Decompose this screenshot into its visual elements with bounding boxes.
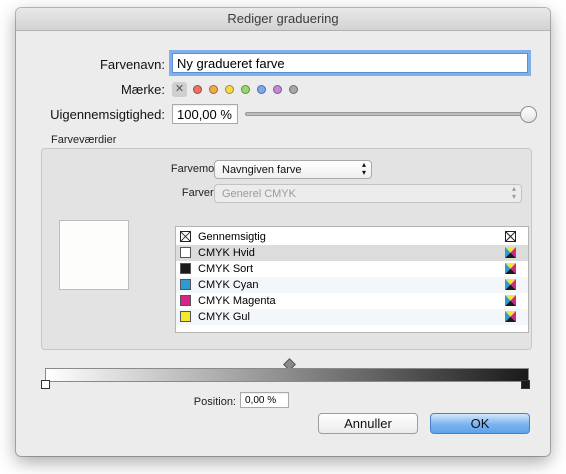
name-field[interactable] (172, 53, 528, 73)
swatch-name: Gennemsigtig (198, 231, 266, 243)
tag-color-dot[interactable] (273, 85, 282, 94)
swatch-chip (180, 263, 191, 274)
ok-button[interactable]: OK (430, 413, 530, 434)
color-model-value: Navngiven farve (222, 164, 302, 176)
swatch-chip (180, 231, 191, 242)
swatch-name: CMYK Hvid (198, 247, 255, 259)
tag-color-dot[interactable] (241, 85, 250, 94)
gradient-stop-start[interactable] (41, 380, 50, 389)
swatch-name: CMYK Gul (198, 311, 250, 323)
tag-color-dot[interactable] (209, 85, 218, 94)
position-field[interactable] (240, 392, 289, 408)
popup-arrows-icon: ▴ ▾ (361, 160, 366, 177)
opacity-slider-knob[interactable] (520, 106, 537, 123)
cmyk-mode-icon (504, 310, 517, 323)
swatch-name: CMYK Sort (198, 263, 254, 275)
color-space-popup: Generel CMYK ▴ ▾ (214, 184, 522, 203)
none-mode-icon (504, 230, 517, 243)
swatch-row[interactable]: CMYK Hvid (176, 245, 528, 261)
color-values-label: Farveværdier (51, 134, 117, 146)
gradient-stop-end[interactable] (521, 380, 530, 389)
swatch-row[interactable]: CMYK Sort (176, 261, 528, 277)
cmyk-mode-icon (504, 278, 517, 291)
tag-color-dot[interactable] (225, 85, 234, 94)
tag-color-dot[interactable] (257, 85, 266, 94)
swatch-name: CMYK Magenta (198, 295, 276, 307)
color-model-popup[interactable]: Navngiven farve ▴ ▾ (214, 160, 372, 179)
swatch-chip (180, 279, 191, 290)
swatch-name: CMYK Cyan (198, 279, 259, 291)
tag-label: Mærke: (120, 82, 165, 97)
cmyk-mode-icon (504, 294, 517, 307)
swatch-row[interactable]: Gennemsigtig (176, 229, 528, 245)
swatch-row[interactable]: CMYK Cyan (176, 277, 528, 293)
swatch-row[interactable]: CMYK Gul (176, 309, 528, 325)
tag-color-dot[interactable] (289, 85, 298, 94)
tag-colors: ✕ (172, 82, 312, 97)
swatch-chip (180, 295, 191, 306)
gradient-ramp[interactable] (45, 368, 529, 382)
swatch-row[interactable]: CMYK Magenta (176, 293, 528, 309)
cancel-button[interactable]: Annuller (318, 413, 418, 434)
popup-arrows-icon: ▴ ▾ (511, 184, 516, 201)
opacity-field[interactable] (172, 104, 238, 124)
opacity-label: Uigennemsigtighed: (50, 107, 165, 122)
position-label: Position: (193, 396, 236, 408)
opacity-slider-track[interactable] (245, 112, 528, 116)
tag-color-dot[interactable] (193, 85, 202, 94)
color-preview (59, 220, 129, 290)
color-space-value: Generel CMYK (222, 188, 296, 200)
swatch-chip (180, 311, 191, 322)
name-label: Farvenavn: (99, 57, 165, 72)
dialog-title: Rediger graduering (16, 8, 550, 31)
color-values-group: Farvemodel: Navngiven farve ▴ ▾ Farverum:… (41, 148, 532, 350)
gradient-dialog: Rediger graduering Farvenavn: Mærke: ✕ U… (16, 8, 550, 456)
cmyk-mode-icon (504, 246, 517, 259)
swatch-chip (180, 247, 191, 258)
cmyk-mode-icon (504, 262, 517, 275)
tag-none-swatch[interactable]: ✕ (172, 82, 187, 97)
swatch-list[interactable]: Gennemsigtig CMYK Hvid CMYK Sort CMYK Cyan C… (175, 226, 529, 333)
